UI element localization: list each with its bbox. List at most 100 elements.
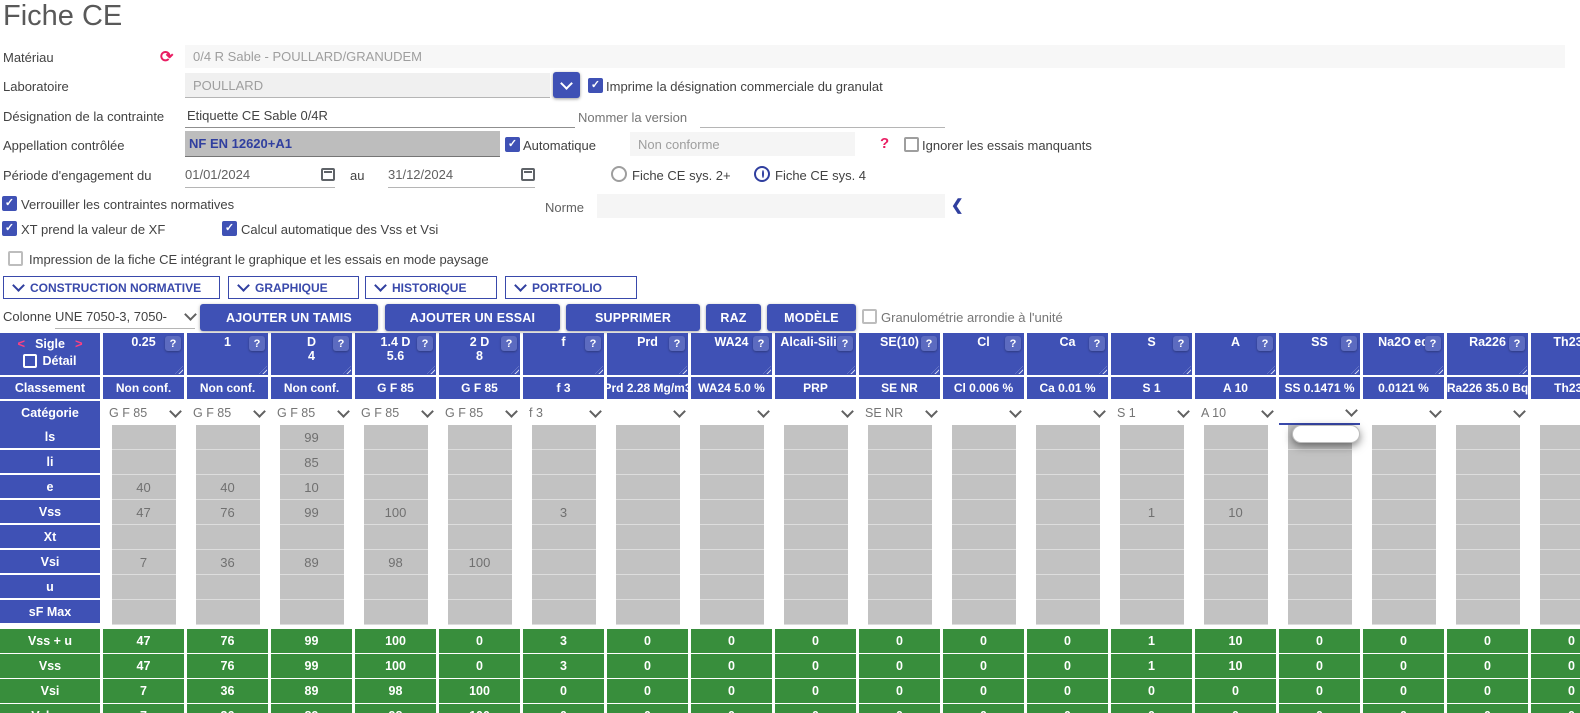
value-cell[interactable]: [859, 500, 940, 525]
value-cell[interactable]: [691, 425, 772, 450]
value-cell[interactable]: [775, 575, 856, 600]
categorie-select[interactable]: G F 85: [271, 401, 352, 425]
value-cell[interactable]: [607, 525, 688, 550]
sigle-prev-arrow-icon[interactable]: <: [17, 336, 25, 351]
help-icon[interactable]: ?: [249, 336, 265, 351]
help-icon[interactable]: ?: [1425, 336, 1441, 351]
value-cell[interactable]: 99: [271, 425, 352, 450]
value-cell[interactable]: 100: [355, 500, 436, 525]
value-cell[interactable]: [1531, 525, 1580, 550]
value-cell[interactable]: 10: [1195, 500, 1276, 525]
historique-button[interactable]: HISTORIQUE: [365, 276, 497, 299]
value-cell[interactable]: [943, 575, 1024, 600]
value-cell[interactable]: [523, 525, 604, 550]
value-cell[interactable]: [607, 425, 688, 450]
value-cell[interactable]: [943, 425, 1024, 450]
value-cell[interactable]: [607, 450, 688, 475]
column-resize-handle[interactable]: [679, 366, 687, 374]
value-cell[interactable]: [1195, 600, 1276, 625]
value-cell[interactable]: [1111, 450, 1192, 475]
value-cell[interactable]: [943, 550, 1024, 575]
value-cell[interactable]: [439, 425, 520, 450]
value-cell[interactable]: [607, 600, 688, 625]
value-cell[interactable]: [271, 600, 352, 625]
value-cell[interactable]: [943, 500, 1024, 525]
appellation-field[interactable]: NF EN 12620+A1: [185, 131, 500, 157]
construction-normative-button[interactable]: CONSTRUCTION NORMATIVE: [3, 276, 220, 299]
value-cell[interactable]: [103, 575, 184, 600]
value-cell[interactable]: [607, 550, 688, 575]
help-icon[interactable]: ?: [1173, 336, 1189, 351]
value-cell[interactable]: [775, 525, 856, 550]
date-fin-field[interactable]: 31/12/2024: [388, 162, 535, 188]
value-cell[interactable]: [691, 575, 772, 600]
column-resize-handle[interactable]: [1435, 366, 1443, 374]
value-cell[interactable]: [1111, 575, 1192, 600]
value-cell[interactable]: [355, 475, 436, 500]
norme-field[interactable]: [597, 194, 945, 218]
categorie-select[interactable]: [943, 401, 1024, 425]
laboratoire-field[interactable]: POULLARD: [185, 73, 550, 98]
value-cell[interactable]: 99: [271, 500, 352, 525]
categorie-select[interactable]: [691, 401, 772, 425]
value-cell[interactable]: 76: [187, 500, 268, 525]
help-icon[interactable]: ?: [1257, 336, 1273, 351]
column-resize-handle[interactable]: [511, 366, 519, 374]
calendar-icon[interactable]: [521, 168, 535, 181]
column-resize-handle[interactable]: [1099, 366, 1107, 374]
value-cell[interactable]: [1447, 600, 1528, 625]
help-icon[interactable]: ?: [753, 336, 769, 351]
help-icon[interactable]: ?: [921, 336, 937, 351]
value-cell[interactable]: [775, 450, 856, 475]
value-cell[interactable]: [1195, 550, 1276, 575]
sys4-radio[interactable]: [754, 166, 770, 182]
help-question-icon[interactable]: ?: [880, 135, 889, 152]
column-resize-handle[interactable]: [427, 366, 435, 374]
value-cell[interactable]: [439, 575, 520, 600]
statut-field[interactable]: Non conforme: [630, 132, 855, 156]
colonne-select[interactable]: UNE 7050-3, 7050-: [55, 304, 195, 329]
sys2-radio[interactable]: [611, 166, 627, 182]
value-cell[interactable]: [523, 450, 604, 475]
value-cell[interactable]: [523, 550, 604, 575]
help-icon[interactable]: ?: [165, 336, 181, 351]
help-icon[interactable]: ?: [1089, 336, 1105, 351]
categorie-select[interactable]: G F 85: [103, 401, 184, 425]
categorie-select[interactable]: A 10: [1195, 401, 1276, 425]
value-cell[interactable]: [1363, 475, 1444, 500]
value-cell[interactable]: [1531, 500, 1580, 525]
value-cell[interactable]: [1531, 475, 1580, 500]
help-icon[interactable]: ?: [501, 336, 517, 351]
value-cell[interactable]: [271, 525, 352, 550]
ajouter-essai-button[interactable]: AJOUTER UN ESSAI: [385, 304, 560, 331]
value-cell[interactable]: [523, 475, 604, 500]
value-cell[interactable]: [1195, 475, 1276, 500]
column-resize-handle[interactable]: [763, 366, 771, 374]
column-resize-handle[interactable]: [1351, 366, 1359, 374]
value-cell[interactable]: [1447, 500, 1528, 525]
value-cell[interactable]: [607, 500, 688, 525]
value-cell[interactable]: [1111, 550, 1192, 575]
value-cell[interactable]: [1531, 575, 1580, 600]
value-cell[interactable]: [1363, 600, 1444, 625]
column-resize-handle[interactable]: [1015, 366, 1023, 374]
value-cell[interactable]: 40: [103, 475, 184, 500]
value-cell[interactable]: [1279, 550, 1360, 575]
value-cell[interactable]: [439, 500, 520, 525]
column-resize-handle[interactable]: [175, 366, 183, 374]
value-cell[interactable]: [859, 525, 940, 550]
help-icon[interactable]: ?: [837, 336, 853, 351]
value-cell[interactable]: [103, 425, 184, 450]
help-icon[interactable]: ?: [333, 336, 349, 351]
help-icon[interactable]: ?: [585, 336, 601, 351]
value-cell[interactable]: 100: [439, 550, 520, 575]
value-cell[interactable]: [1111, 425, 1192, 450]
column-resize-handle[interactable]: [931, 366, 939, 374]
value-cell[interactable]: [1027, 575, 1108, 600]
value-cell[interactable]: [691, 550, 772, 575]
value-cell[interactable]: [1447, 475, 1528, 500]
value-cell[interactable]: [355, 575, 436, 600]
help-icon[interactable]: ?: [1509, 336, 1525, 351]
supprimer-button[interactable]: SUPPRIMER: [566, 304, 700, 331]
value-cell[interactable]: [1447, 575, 1528, 600]
